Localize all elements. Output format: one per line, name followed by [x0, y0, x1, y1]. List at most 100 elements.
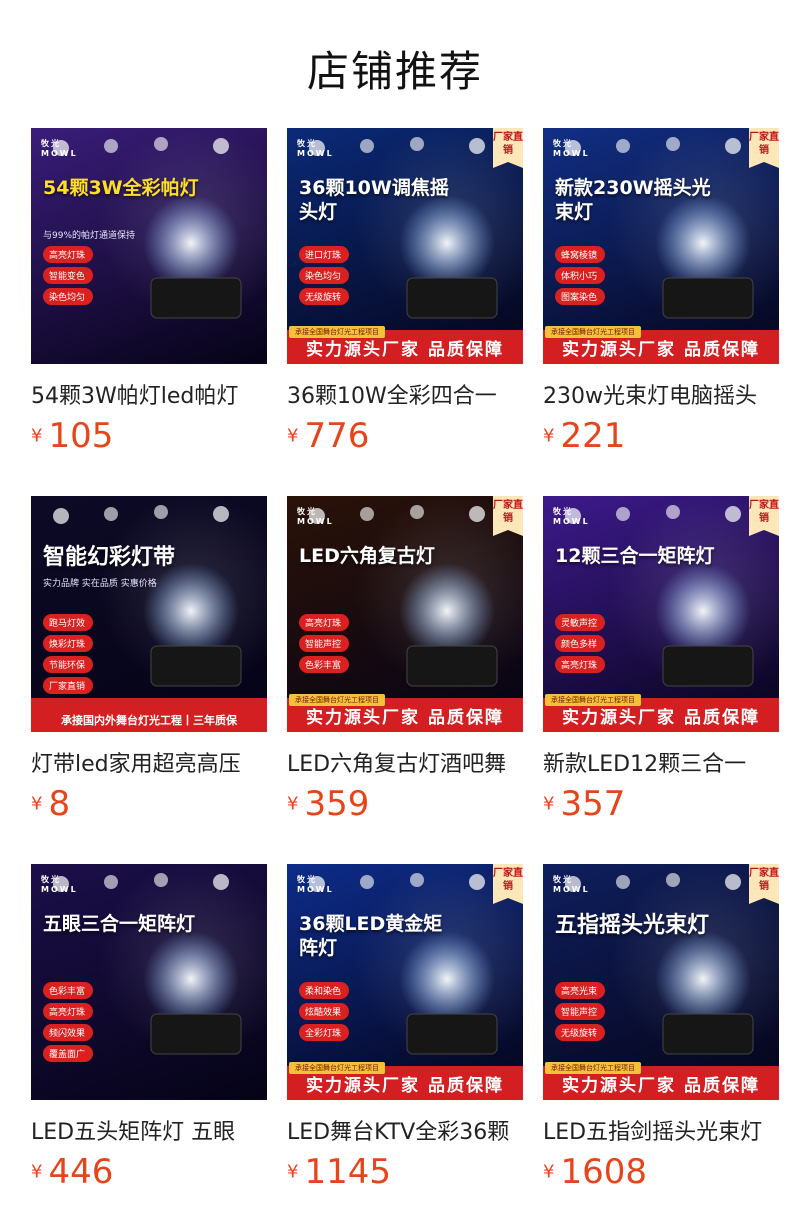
- price-value: 221: [560, 416, 626, 456]
- feature-list: 灵敏声控 颜色多样 高亮灯珠: [555, 614, 606, 677]
- product-card[interactable]: 牧光 MOWL 厂家直销 五指摇头光束灯 高亮光束 智能声控 无级旋转 承接全国舞台灯光工程项…: [543, 864, 779, 1204]
- currency-symbol: ¥: [287, 793, 299, 815]
- product-price: ¥8: [31, 784, 70, 824]
- direct-sale-badge: 厂家直销: [749, 864, 779, 904]
- product-card[interactable]: 牧光 MOWL 厂家直销 12颗三合一矩阵灯 灵敏声控 颜色多样 高亮灯珠 承接全国舞台灯光工…: [543, 496, 779, 836]
- product-price: ¥446: [31, 1152, 113, 1192]
- product-card[interactable]: 牧光 MOWL 厂家直销 新款230W摇头光束灯 蜂窝棱镜 体积小巧 图案染色 承接全国舞台灯…: [543, 128, 779, 468]
- feature-tag: 节能环保: [43, 656, 94, 673]
- feature-list: 高亮光束 智能声控 无级旋转: [555, 982, 606, 1045]
- product-image[interactable]: 牧光 MOWL 厂家直销 36颗10W调焦摇头灯 进口灯珠 染色均匀 无级旋转 承接全国舞台灯…: [287, 128, 523, 364]
- feature-tag: 体积小巧: [555, 267, 606, 284]
- promo-banner-text: 实力源头厂家 品质保障: [306, 340, 504, 360]
- feature-tag: 厂家直销: [43, 677, 94, 694]
- product-card[interactable]: 牧光 MOWL 五眼三合一矩阵灯 色彩丰富 高亮灯珠 频闪效果 覆盖面广 LED五头矩阵灯 五…: [31, 864, 267, 1204]
- product-card[interactable]: 智能幻彩灯带 实力品牌 实在品质 实惠价格 跑马灯效 焕彩灯珠 节能环保 厂家直销 承接国内…: [31, 496, 267, 836]
- feature-tag: 颜色多样: [555, 635, 606, 652]
- direct-sale-badge: 厂家直销: [493, 128, 523, 168]
- product-name[interactable]: 灯带led家用超亮高压: [31, 746, 267, 778]
- currency-symbol: ¥: [287, 1161, 299, 1183]
- product-image[interactable]: 牧光 MOWL 厂家直销 新款230W摇头光束灯 蜂窝棱镜 体积小巧 图案染色 承接全国舞台灯…: [543, 128, 779, 364]
- product-image[interactable]: 牧光 MOWL 厂家直销 12颗三合一矩阵灯 灵敏声控 颜色多样 高亮灯珠 承接全国舞台灯光工…: [543, 496, 779, 732]
- direct-sale-badge: 厂家直销: [493, 864, 523, 904]
- feature-list: 蜂窝棱镜体积小巧图案染色: [555, 246, 606, 309]
- product-image[interactable]: 牧光 MOWL 五眼三合一矩阵灯 色彩丰富 高亮灯珠 频闪效果 覆盖面广: [31, 864, 267, 1100]
- product-image-heading: LED六角复古灯: [299, 545, 435, 567]
- feature-tag: 全彩灯珠: [299, 1024, 350, 1041]
- feature-tag: 色彩丰富: [299, 656, 350, 673]
- feature-list: 高亮灯珠智能变色染色均匀: [43, 246, 94, 309]
- product-image-heading: 五指摇头光束灯: [555, 913, 710, 938]
- feature-tag: 图案染色: [555, 288, 606, 305]
- feature-tag: 柔和染色: [299, 982, 350, 999]
- direct-sale-badge: 厂家直销: [749, 128, 779, 168]
- product-image[interactable]: 牧光 MOWL 54颗3W全彩帕灯 与99%的帕灯通道保持 高亮灯珠 智能变色 染色均匀: [31, 128, 267, 364]
- feature-list: 高亮灯珠 智能声控 色彩丰富: [299, 614, 350, 677]
- price-value: 357: [560, 784, 626, 824]
- currency-symbol: ¥: [543, 425, 555, 447]
- feature-tag: 色彩丰富: [43, 982, 94, 999]
- feature-tag: 频闪效果: [43, 1024, 94, 1041]
- product-name[interactable]: LED五指剑摇头光束灯: [543, 1114, 779, 1146]
- product-card[interactable]: 牧光 MOWL 厂家直销 36颗LED黄金矩阵灯 柔和染色 炫酷效果 全彩灯珠 承接全国舞台灯…: [287, 864, 523, 1204]
- product-image-subtitle: 与99%的帕灯通道保持: [43, 231, 136, 241]
- product-name[interactable]: LED五头矩阵灯 五眼: [31, 1114, 267, 1146]
- brand-logo: 牧光 MOWL: [553, 507, 590, 526]
- direct-sale-badge: 厂家直销: [749, 496, 779, 536]
- feature-list: 色彩丰富 高亮灯珠 频闪效果 覆盖面广: [43, 982, 94, 1066]
- feature-tag: 高亮灯珠: [299, 614, 350, 631]
- currency-symbol: ¥: [287, 425, 299, 447]
- product-image[interactable]: 牧光 MOWL 厂家直销 36颗LED黄金矩阵灯 柔和染色 炫酷效果 全彩灯珠 承接全国舞台灯…: [287, 864, 523, 1100]
- product-card[interactable]: 牧光 MOWL 54颗3W全彩帕灯 与99%的帕灯通道保持 高亮灯珠 智能变色 染色均匀 54…: [31, 128, 267, 468]
- feature-tag: 进口灯珠: [299, 246, 350, 263]
- product-name[interactable]: 36颗10W全彩四合一: [287, 378, 523, 410]
- product-name[interactable]: 新款LED12颗三合一: [543, 746, 779, 778]
- feature-list: 进口灯珠 染色均匀 无级旋转: [299, 246, 350, 309]
- promo-banner-text: 实力源头厂家 品质保障: [562, 1076, 760, 1096]
- brand-logo: 牧光 MOWL: [297, 507, 334, 526]
- feature-list: 柔和染色 炫酷效果 全彩灯珠: [299, 982, 350, 1045]
- product-card[interactable]: 牧光 MOWL 厂家直销 36颗10W调焦摇头灯 进口灯珠 染色均匀 无级旋转 承接全国舞台灯…: [287, 128, 523, 468]
- feature-tag: 灵敏声控: [555, 614, 606, 631]
- product-image-heading: 五眼三合一矩阵灯: [43, 913, 196, 935]
- price-value: 1145: [304, 1152, 391, 1192]
- feature-tag: 高亮灯珠: [43, 1003, 94, 1020]
- currency-symbol: ¥: [543, 793, 555, 815]
- page-title: 店铺推荐: [306, 47, 483, 96]
- product-price: ¥1145: [287, 1152, 391, 1192]
- product-price: ¥359: [287, 784, 369, 824]
- product-name[interactable]: LED舞台KTV全彩36颗: [287, 1114, 523, 1146]
- brand-logo: 牧光 MOWL: [297, 875, 334, 894]
- product-name[interactable]: LED六角复古灯酒吧舞: [287, 746, 523, 778]
- price-value: 359: [304, 784, 370, 824]
- feature-tag: 蜂窝棱镜: [555, 246, 606, 263]
- feature-tag: 焕彩灯珠: [43, 635, 94, 652]
- product-name[interactable]: 54颗3W帕灯led帕灯: [31, 378, 267, 410]
- product-image-heading: 12颗三合一矩阵灯: [555, 545, 715, 567]
- product-image[interactable]: 牧光 MOWL 厂家直销 LED六角复古灯 高亮灯珠 智能声控 色彩丰富 承接全国舞台灯光工程…: [287, 496, 523, 732]
- product-image[interactable]: 牧光 MOWL 厂家直销 五指摇头光束灯 高亮光束 智能声控 无级旋转 承接全国舞台灯光工程项…: [543, 864, 779, 1100]
- feature-tag: 高亮灯珠: [43, 246, 94, 263]
- currency-symbol: ¥: [31, 1161, 43, 1183]
- product-card[interactable]: 牧光 MOWL 厂家直销 LED六角复古灯 高亮灯珠 智能声控 色彩丰富 承接全国舞台灯光工程…: [287, 496, 523, 836]
- price-value: 446: [48, 1152, 114, 1192]
- product-price: ¥221: [543, 416, 625, 456]
- product-name[interactable]: 230w光束灯电脑摇头: [543, 378, 779, 410]
- feature-tag: 高亮光束: [555, 982, 606, 999]
- promo-banner-text: 实力源头厂家 品质保障: [562, 340, 760, 360]
- currency-symbol: ¥: [31, 425, 43, 447]
- brand-logo: 牧光 MOWL: [553, 139, 590, 158]
- product-image-heading: 36颗10W调焦摇头灯: [299, 177, 449, 223]
- product-image[interactable]: 智能幻彩灯带 实力品牌 实在品质 实惠价格 跑马灯效 焕彩灯珠 节能环保 厂家直销 承接国内…: [31, 496, 267, 732]
- price-value: 8: [48, 784, 71, 824]
- product-image-heading: 54颗3W全彩帕灯: [43, 177, 199, 199]
- feature-list: 跑马灯效焕彩灯珠节能环保厂家直销: [43, 614, 94, 698]
- product-image-heading: 36颗LED黄金矩阵灯: [299, 913, 443, 959]
- currency-symbol: ¥: [543, 1161, 555, 1183]
- feature-tag: 染色均匀: [43, 288, 94, 305]
- product-image-subtitle: 实力品牌 实在品质 实惠价格: [43, 579, 157, 589]
- feature-tag: 智能变色: [43, 267, 94, 284]
- price-value: 776: [304, 416, 370, 456]
- product-price: ¥776: [287, 416, 369, 456]
- feature-tag: 跑马灯效: [43, 614, 94, 631]
